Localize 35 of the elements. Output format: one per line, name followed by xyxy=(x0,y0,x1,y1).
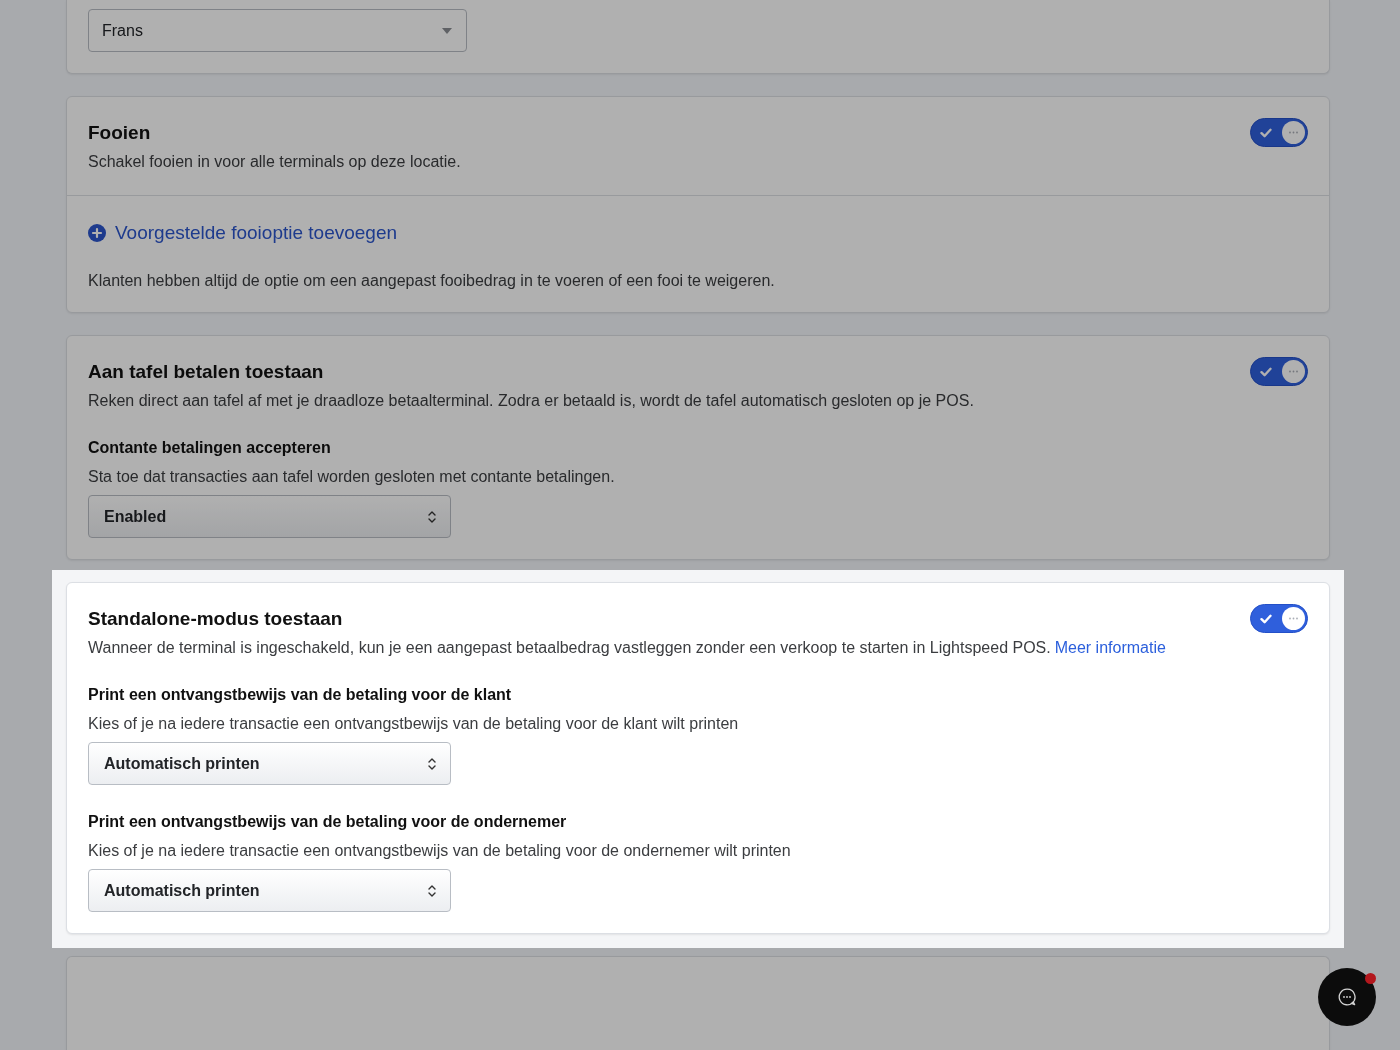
setting-title: Print een ontvangstbewijs van de betaling voor de klant xyxy=(88,685,513,705)
setting-description: Kies of je na iedere transactie een ontvangstbewijs van de betaling voor de ondernemer wilt printen xyxy=(88,841,792,861)
caret-down-icon xyxy=(442,27,452,34)
chevron-up-down-icon xyxy=(428,509,436,524)
card-description: Reken direct aan tafel af met je draadloze betaalterminal. Zodra er betaald is, wordt de tafel automatisch gesloten op je POS. xyxy=(88,391,975,411)
card-description: Schakel fooien in voor alle terminals op deze locatie. xyxy=(88,152,462,172)
card-title: Fooien xyxy=(88,121,152,145)
toggle-switch[interactable] xyxy=(1250,357,1308,386)
check-icon xyxy=(1260,613,1272,624)
toggle-switch[interactable] xyxy=(1250,604,1308,633)
add-option-link[interactable]: Voorgestelde fooioptie toevoegen xyxy=(88,221,398,245)
note-text: Klanten hebben altijd de optie om een aangepast fooibedrag in te voeren of een fooi te weigeren. xyxy=(88,271,776,291)
select-field[interactable]: Automatisch printen xyxy=(88,869,451,912)
card-description: Wanneer de terminal is ingeschakeld, kun je een aangepast betaalbedrag vastleggen zonder een verkoop te starten in Lightspeed POS. Meer informatie xyxy=(88,638,1167,658)
setting-title: Contante betalingen accepteren xyxy=(88,438,332,458)
switch-knob xyxy=(1282,360,1305,383)
switch-knob xyxy=(1282,607,1305,630)
check-icon xyxy=(1260,127,1272,138)
card-title: Aan tafel betalen toestaan xyxy=(88,360,325,384)
plus-circle-icon xyxy=(88,224,106,242)
select-field[interactable]: Enabled xyxy=(88,495,451,538)
setting-title: Print een ontvangstbewijs van de betaling voor de ondernemer xyxy=(88,812,568,832)
toggle-switch[interactable] xyxy=(1250,118,1308,147)
check-icon xyxy=(1260,366,1272,377)
switch-knob xyxy=(1282,121,1305,144)
dropdown[interactable]: Frans xyxy=(88,9,467,52)
chat-button[interactable] xyxy=(1318,968,1376,1026)
chevron-up-down-icon xyxy=(428,883,436,898)
chat-bubble-icon xyxy=(1338,988,1356,1006)
card-title: Standalone-modus toestaan xyxy=(88,607,344,631)
more-info-link[interactable]: Meer informatie xyxy=(1054,639,1166,656)
setting-description: Kies of je na iedere transactie een ontvangstbewijs van de betaling voor de klant wilt printen xyxy=(88,714,740,734)
select-field[interactable]: Automatisch printen xyxy=(88,742,451,785)
chevron-up-down-icon xyxy=(428,756,436,771)
setting-description: Sta toe dat transacties aan tafel worden gesloten met contante betalingen. xyxy=(88,467,616,487)
